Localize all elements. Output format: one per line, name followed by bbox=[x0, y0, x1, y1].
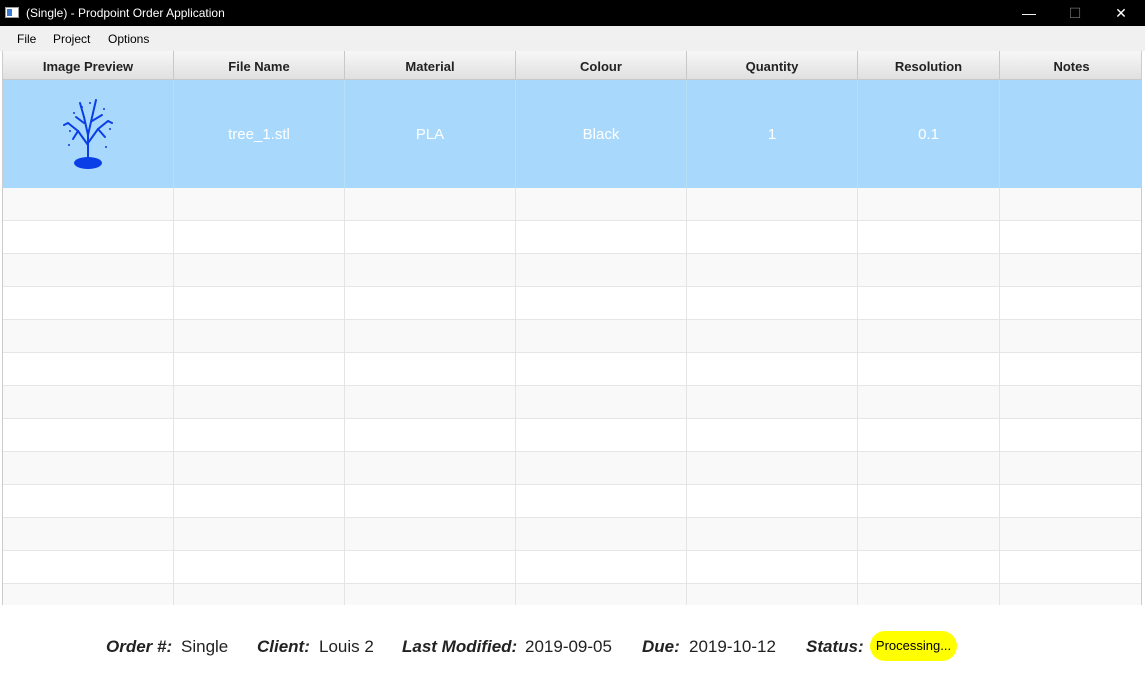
notes-cell[interactable] bbox=[1000, 80, 1141, 188]
resolution-cell[interactable]: 0.1 bbox=[858, 80, 1000, 188]
column-divider bbox=[999, 188, 1000, 605]
column-divider bbox=[857, 188, 858, 605]
menu-file[interactable]: File bbox=[17, 32, 36, 46]
column-header-quantity[interactable]: Quantity bbox=[687, 51, 858, 79]
status-badge: Processing... bbox=[870, 631, 957, 661]
column-header-colour[interactable]: Colour bbox=[516, 51, 687, 79]
app-icon bbox=[5, 7, 19, 18]
column-header-image-preview[interactable]: Image Preview bbox=[3, 51, 174, 79]
image-preview-cell bbox=[3, 80, 174, 188]
column-header-resolution[interactable]: Resolution bbox=[858, 51, 1000, 79]
menu-bar: File Project Options bbox=[0, 26, 1145, 51]
quantity-cell[interactable]: 1 bbox=[687, 80, 858, 188]
last-modified-value: 2019-09-05 bbox=[525, 637, 612, 656]
client-label: Client: bbox=[257, 637, 310, 656]
minimize-icon: — bbox=[1022, 5, 1036, 21]
title-bar: (Single) - Prodpoint Order Application —… bbox=[0, 0, 1145, 26]
tree-model-icon bbox=[63, 99, 113, 169]
table-row[interactable]: tree_1.stl PLA Black 1 0.1 bbox=[3, 80, 1141, 188]
window-title: (Single) - Prodpoint Order Application bbox=[26, 6, 225, 20]
status-label: Status: bbox=[806, 637, 864, 656]
menu-project[interactable]: Project bbox=[53, 32, 90, 46]
order-label: Order #: bbox=[106, 637, 173, 656]
column-header-file-name[interactable]: File Name bbox=[174, 51, 345, 79]
order-value: Single bbox=[181, 637, 229, 656]
maximize-icon: ☐ bbox=[1068, 4, 1082, 21]
column-divider bbox=[344, 188, 345, 605]
column-header-notes[interactable]: Notes bbox=[1000, 51, 1141, 79]
column-divider bbox=[686, 188, 687, 605]
table-header: Image Preview File Name Material Colour … bbox=[3, 51, 1141, 80]
column-divider bbox=[515, 188, 516, 605]
material-cell[interactable]: PLA bbox=[345, 80, 516, 188]
due-value: 2019-10-12 bbox=[689, 637, 776, 656]
close-icon: ✕ bbox=[1115, 4, 1127, 21]
last-modified-label: Last Modified: bbox=[402, 637, 518, 656]
file-name-cell[interactable]: tree_1.stl bbox=[174, 80, 345, 188]
column-divider bbox=[173, 188, 174, 605]
client-value: Louis 2 bbox=[319, 637, 374, 656]
order-table[interactable]: Image Preview File Name Material Colour … bbox=[2, 51, 1142, 605]
colour-cell[interactable]: Black bbox=[516, 80, 687, 188]
minimize-button[interactable]: — bbox=[1006, 0, 1052, 26]
order-status-bar: Order #: Single Client: Louis 2 Last Mod… bbox=[0, 606, 1145, 686]
column-header-material[interactable]: Material bbox=[345, 51, 516, 79]
menu-options[interactable]: Options bbox=[108, 32, 149, 46]
due-label: Due: bbox=[642, 637, 680, 656]
maximize-button[interactable]: ☐ bbox=[1052, 0, 1098, 26]
close-button[interactable]: ✕ bbox=[1098, 0, 1144, 26]
